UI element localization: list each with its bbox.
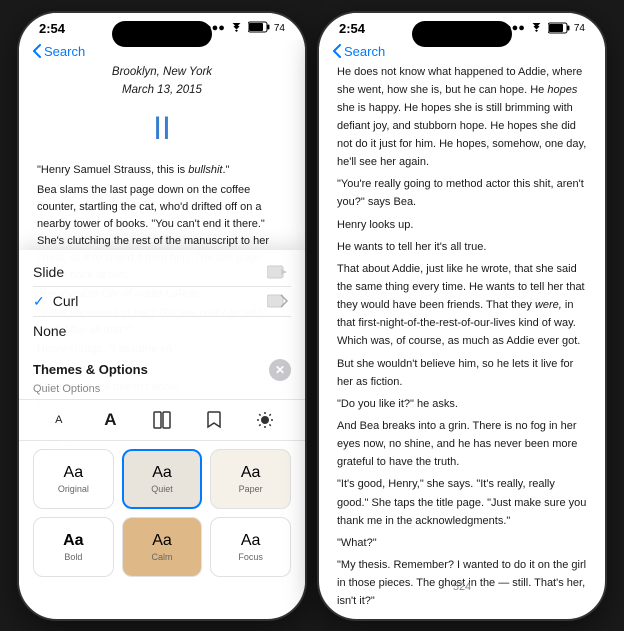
theme-bold-label: Bold [64, 552, 82, 562]
reader-para-6: But she wouldn't believe him, so he lets… [337, 355, 587, 391]
battery-percent-right: 74 [574, 23, 585, 34]
back-label-left: Search [44, 44, 85, 59]
bookmark-button[interactable] [199, 406, 229, 434]
slide-options: Slide ✓ Curl [19, 250, 305, 353]
text-toolbar: A A [19, 399, 305, 441]
wifi-icon-right [529, 23, 544, 34]
dynamic-island [112, 21, 212, 47]
dynamic-island-right [412, 21, 512, 47]
chapter-number: II [37, 103, 287, 154]
back-button-left[interactable]: Search [33, 44, 85, 59]
theme-focus[interactable]: Aa Focus [210, 517, 291, 577]
reader-para-5: That about Addie, just like he wrote, th… [337, 260, 587, 351]
small-font-button[interactable]: A [44, 406, 74, 434]
slide-option-curl[interactable]: ✓ Curl [33, 287, 291, 317]
book-header: Brooklyn, New YorkMarch 13, 2015 [37, 63, 287, 100]
chevron-left-icon-left [33, 44, 41, 58]
theme-quiet[interactable]: Aa Quiet [122, 449, 203, 509]
phones-container: 2:54 ●●● 74 Search [17, 11, 607, 621]
columns-icon [153, 411, 171, 429]
bookmark-icon [207, 411, 221, 429]
para-1: "Henry Samuel Strauss, this is bullshit.… [37, 162, 287, 179]
wifi-icon [229, 23, 244, 34]
theme-original-aa: Aa [64, 464, 84, 482]
themes-grid: Aa Original Aa Quiet Aa Paper Aa Bold [19, 441, 305, 589]
themes-title: Themes & Options [33, 362, 148, 377]
theme-original-label: Original [58, 484, 89, 494]
battery-icon-left [248, 21, 270, 33]
close-button[interactable]: ✕ [269, 359, 291, 381]
theme-calm-label: Calm [151, 552, 172, 562]
reader-content-right: He does not know what happened to Addie,… [319, 63, 605, 609]
slide-icon [267, 264, 291, 280]
chevron-left-icon-right [333, 44, 341, 58]
bottom-panel: Slide ✓ Curl [19, 250, 305, 589]
slide-option-none[interactable]: None [33, 317, 291, 345]
theme-original[interactable]: Aa Original [33, 449, 114, 509]
right-phone: 2:54 ●●● 74 Search [317, 11, 607, 621]
book-content-left: Brooklyn, New YorkMarch 13, 2015 II "Hen… [19, 63, 305, 589]
columns-button[interactable] [147, 406, 177, 434]
battery-icon-right [548, 22, 570, 34]
checkmark-icon: ✓ [33, 293, 45, 310]
time-right: 2:54 [339, 21, 365, 36]
time-left: 2:54 [39, 21, 65, 36]
battery-left [248, 21, 270, 36]
reader-text: He does not know what happened to Addie,… [337, 63, 587, 609]
left-phone: 2:54 ●●● 74 Search [17, 11, 307, 621]
theme-focus-aa: Aa [241, 532, 261, 550]
theme-quiet-aa: Aa [152, 464, 172, 482]
reader-para-3: Henry looks up. [337, 216, 587, 234]
slide-label: Slide [33, 264, 64, 280]
theme-calm-aa: Aa [152, 532, 172, 550]
reader-para-2: "You're really going to method actor thi… [337, 175, 587, 211]
reader-para-1: He does not know what happened to Addie,… [337, 63, 587, 172]
reader-para-7: "Do you like it?" he asks. [337, 395, 587, 413]
themes-header: Themes & Options ✕ [19, 353, 305, 383]
status-icons-left: ●●● 74 [205, 21, 285, 36]
slide-option-slide[interactable]: Slide [33, 258, 291, 287]
page-number: 524 [453, 581, 471, 593]
battery-percent-left: 74 [274, 23, 285, 34]
brightness-button[interactable] [250, 406, 280, 434]
back-button-right[interactable]: Search [333, 44, 385, 59]
theme-bold[interactable]: Aa Bold [33, 517, 114, 577]
theme-paper-label: Paper [239, 484, 263, 494]
theme-paper[interactable]: Aa Paper [210, 449, 291, 509]
reader-para-4: He wants to tell her it's all true. [337, 238, 587, 256]
theme-focus-label: Focus [238, 552, 263, 562]
none-label: None [33, 323, 66, 339]
status-icons-right: ●●● 74 [505, 22, 585, 34]
reader-para-10: "What?" [337, 534, 587, 552]
theme-bold-aa: Aa [63, 532, 83, 550]
reader-para-9: "It's good, Henry," she says. "It's real… [337, 475, 587, 529]
curl-label: Curl [53, 293, 79, 309]
quiet-options-label: Quiet Options [19, 383, 305, 399]
theme-quiet-label: Quiet [151, 484, 173, 494]
large-font-button[interactable]: A [95, 406, 125, 434]
back-label-right: Search [344, 44, 385, 59]
theme-calm[interactable]: Aa Calm [122, 517, 203, 577]
curl-icon [267, 293, 291, 309]
theme-paper-aa: Aa [241, 464, 261, 482]
reader-para-8: And Bea breaks into a grin. There is no … [337, 417, 587, 471]
sun-icon [256, 411, 274, 429]
